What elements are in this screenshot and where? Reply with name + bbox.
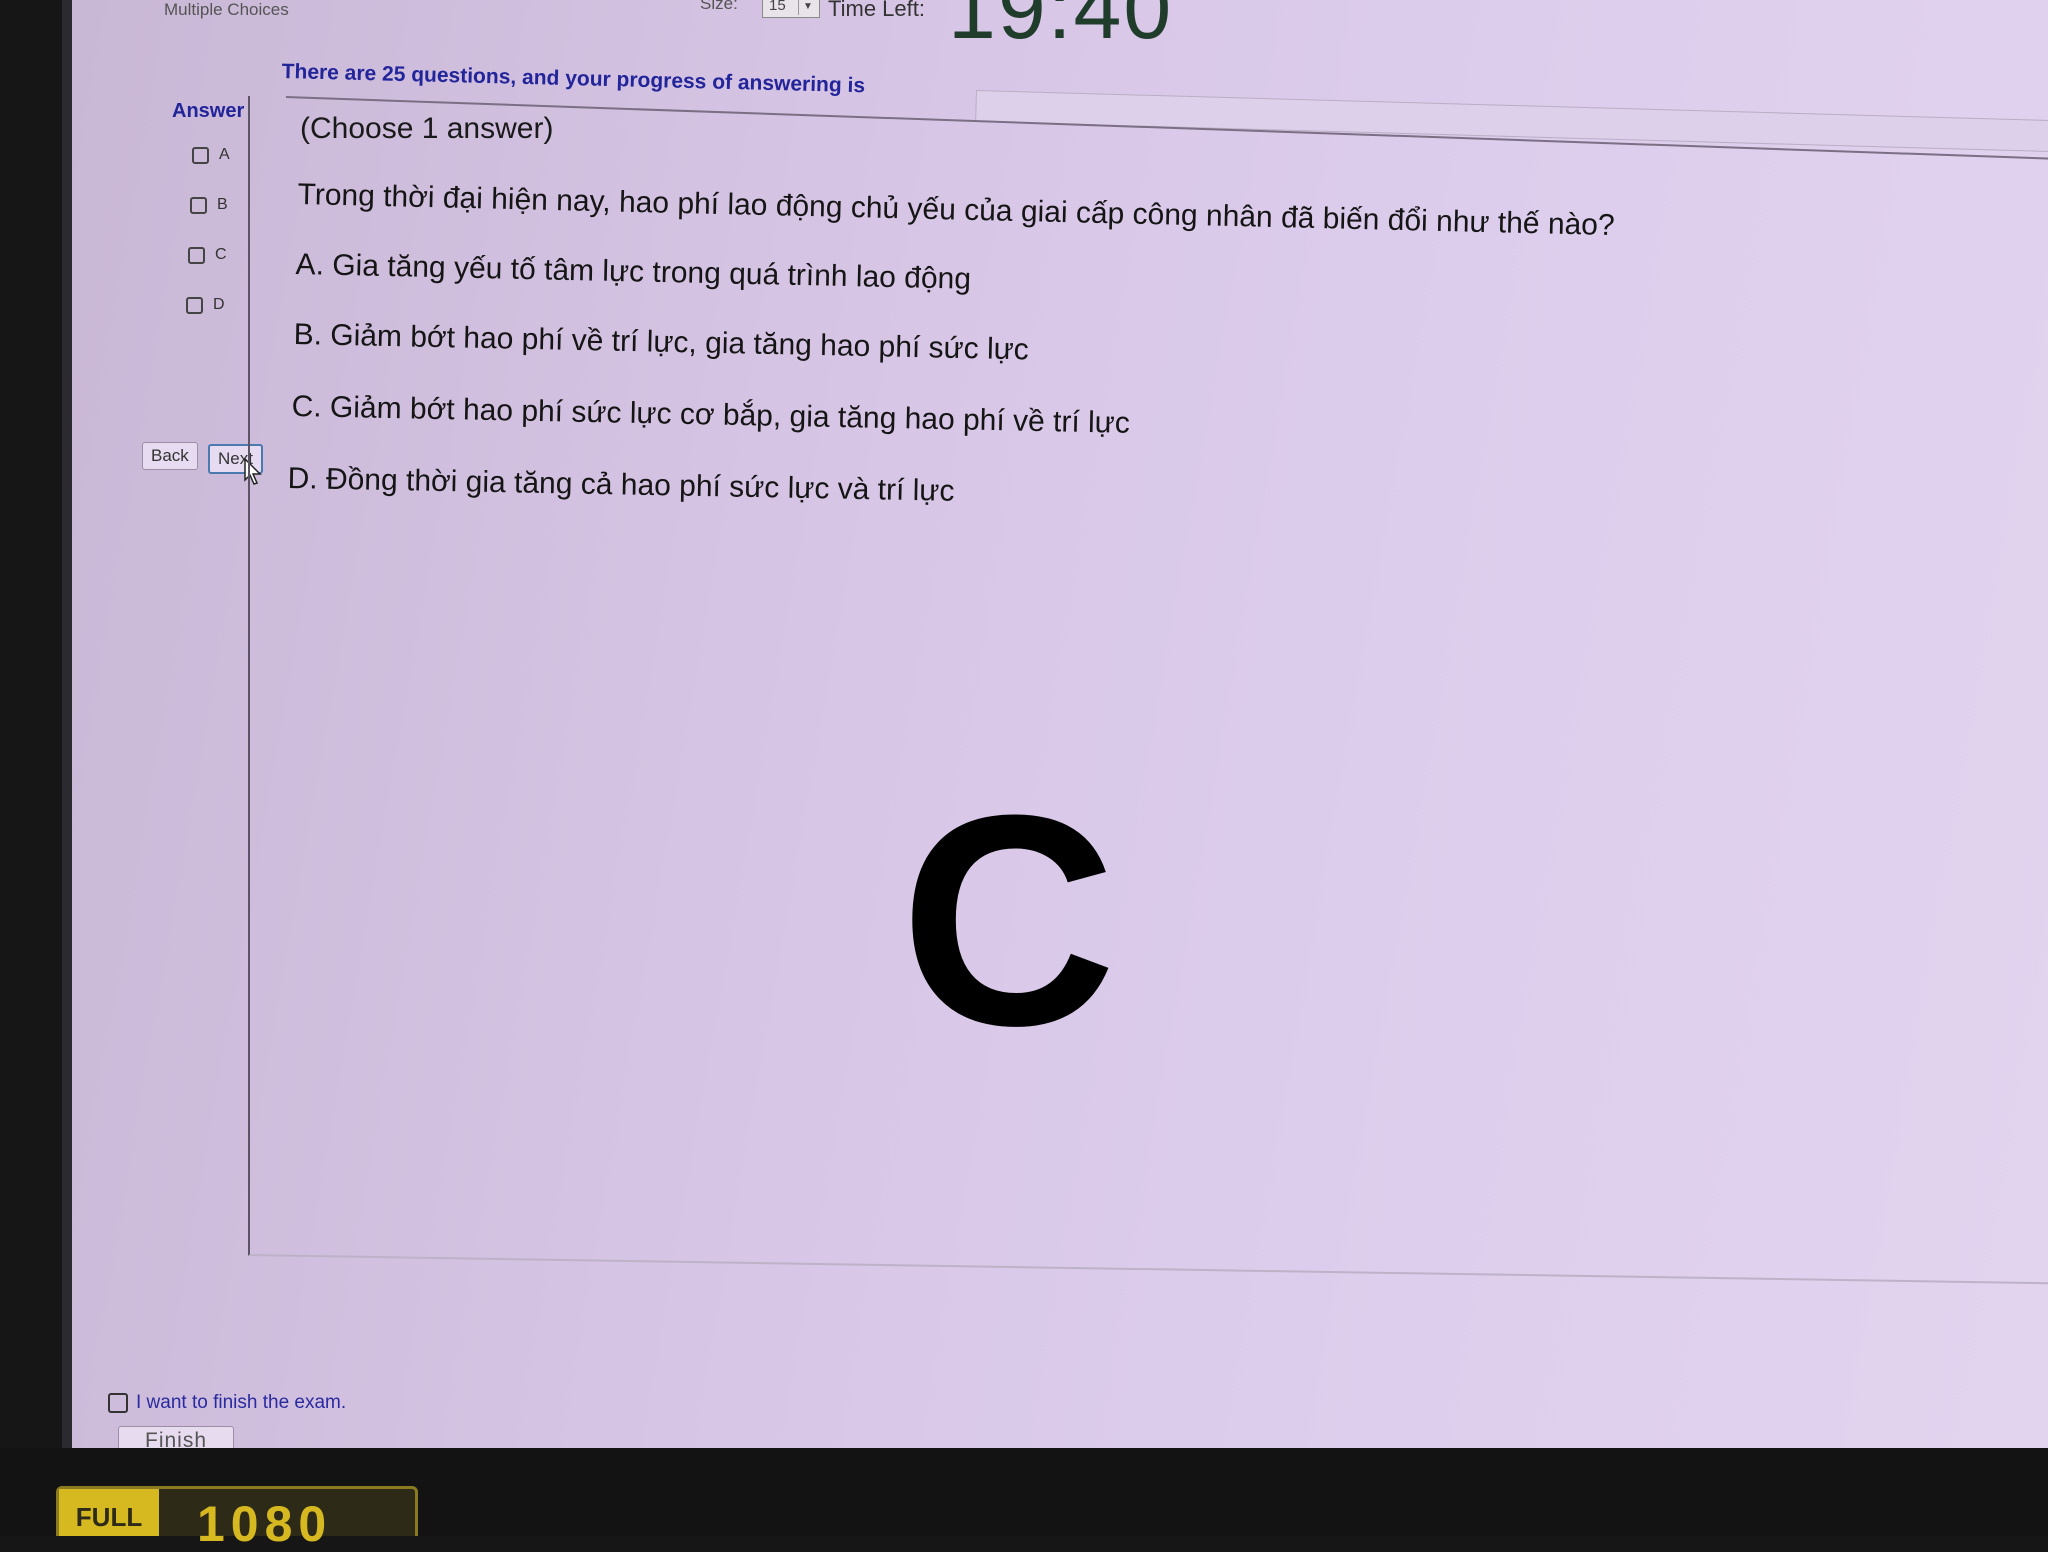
answer-overlay-letter: C — [900, 752, 1117, 1088]
answer-option-d-label: D — [213, 296, 225, 313]
time-left-label: Time Left: — [828, 0, 925, 21]
answer-checkbox-b[interactable] — [190, 196, 207, 214]
answer-option-a-label: A — [219, 146, 230, 163]
question-size-label: Size: — [700, 0, 738, 13]
app-title: Multiple Choices — [164, 0, 289, 19]
answer-option-b-label: B — [217, 196, 228, 213]
finish-exam-checkbox-box[interactable] — [108, 1393, 128, 1413]
answer-option-c[interactable]: C — [188, 246, 227, 264]
answer-option-a[interactable]: A — [192, 146, 230, 164]
choose-hint: (Choose 1 answer) — [300, 112, 554, 145]
answer-option-b[interactable]: B — [190, 196, 228, 214]
monitor-badge-label: FULL — [59, 1489, 159, 1536]
question-size-value: 15 — [769, 0, 786, 14]
monitor-badge: FULL 1080 — [56, 1486, 418, 1549]
answer-checkbox-c[interactable] — [188, 246, 205, 264]
answer-option-d[interactable]: D — [186, 296, 225, 314]
monitor-badge-number: 1080 — [197, 1496, 333, 1552]
answer-label: Answer — [172, 100, 245, 122]
answer-option-c-label: C — [215, 246, 227, 263]
question-size-select[interactable]: 15 ▼ — [762, 0, 820, 18]
answer-checkbox-d[interactable] — [186, 296, 203, 314]
back-button[interactable]: Back — [142, 442, 198, 470]
chevron-down-icon: ▼ — [798, 0, 817, 15]
answer-checkbox-a[interactable] — [192, 146, 209, 164]
finish-exam-checkbox[interactable]: I want to finish the exam. — [108, 1392, 346, 1414]
finish-exam-label: I want to finish the exam. — [136, 1392, 347, 1413]
countdown-timer: 19:40 — [948, 0, 1174, 57]
